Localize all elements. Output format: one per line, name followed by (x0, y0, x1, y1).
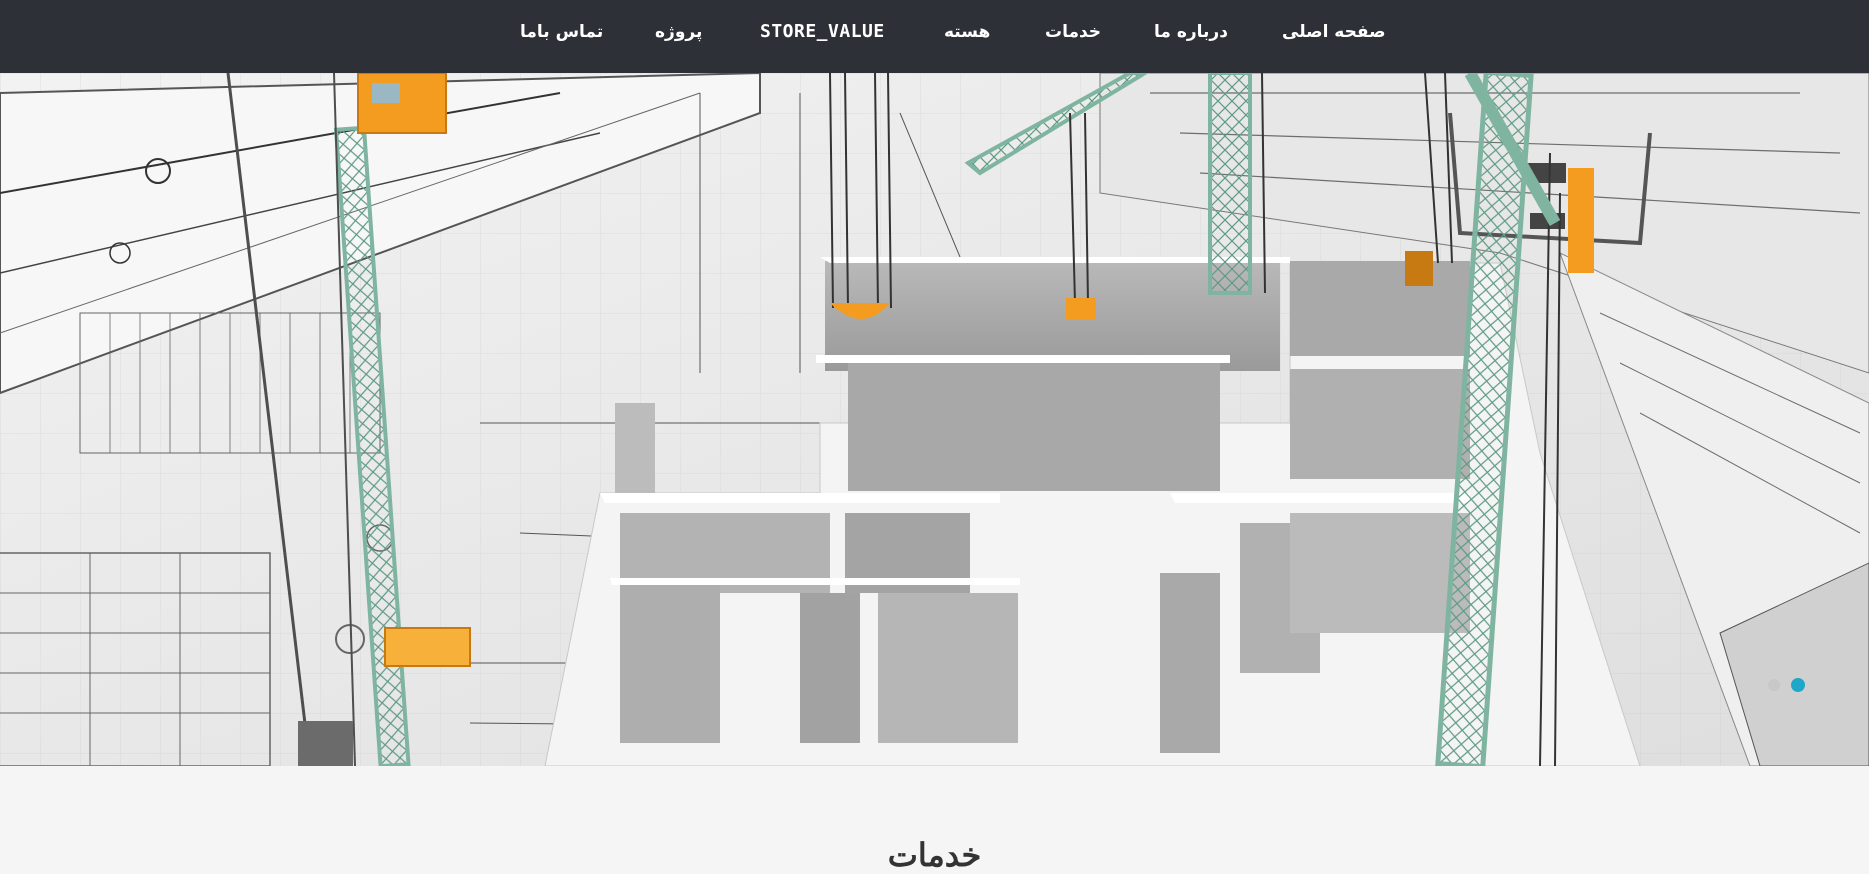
top-navigation-bar: صفحه اصلی درباره ما خدمات هسته STORE_VAL… (0, 0, 1869, 73)
nav-item-about[interactable]: درباره ما (1154, 20, 1228, 44)
nav-item-home[interactable]: صفحه اصلی (1282, 20, 1386, 44)
services-section: خدمات (0, 766, 1869, 874)
hero-image (0, 73, 1869, 766)
nav-item-contact[interactable]: تماس باما (520, 20, 603, 44)
nav-item-store[interactable]: STORE_VALUE (760, 20, 885, 44)
nav-item-project[interactable]: پروژه (655, 20, 702, 44)
nav-item-core[interactable]: هسته (944, 20, 990, 44)
slider-dot-active[interactable] (1791, 678, 1805, 692)
nav-item-services[interactable]: خدمات (1045, 20, 1101, 44)
section-title: خدمات (887, 836, 982, 874)
hero-slider (0, 73, 1869, 766)
slider-dot[interactable] (1768, 679, 1780, 691)
